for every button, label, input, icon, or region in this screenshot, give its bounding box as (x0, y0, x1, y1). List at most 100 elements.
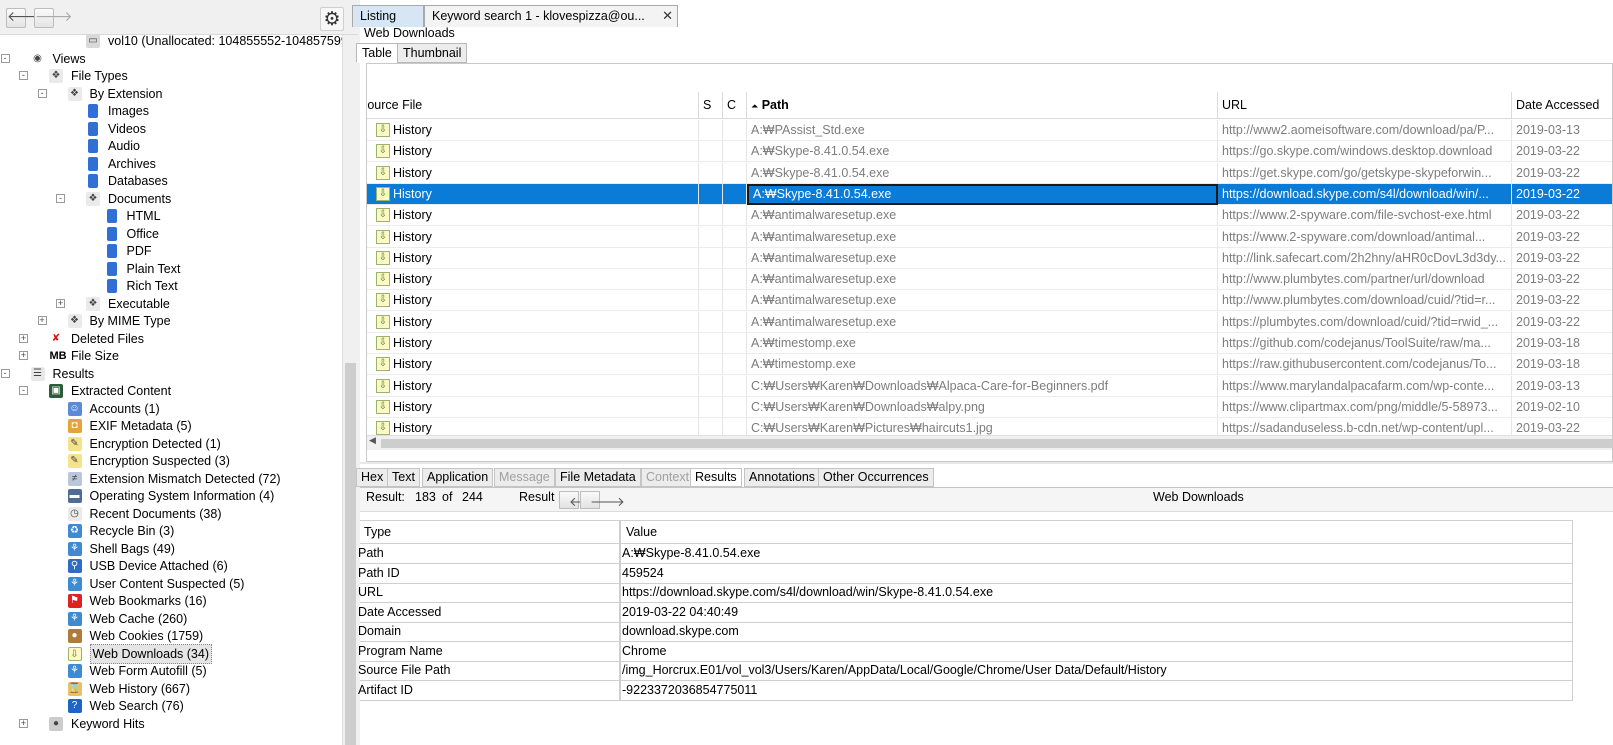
collapse-icon[interactable]: - (19, 386, 28, 395)
tree-node[interactable]: ✎ Encryption Detected (1) (0, 435, 342, 453)
tree-node[interactable]: - ☰ Results (0, 365, 342, 383)
tree-node[interactable]: ☺ Accounts (1) (0, 400, 342, 418)
table-row[interactable]: ⇩ History C:₩Users₩Karen₩Downloads₩Alpaca-… (367, 375, 1612, 397)
expand-icon[interactable]: + (19, 333, 28, 343)
details-row[interactable]: Program Name Chrome (354, 641, 1573, 662)
tree-node[interactable]: HTML (0, 207, 342, 225)
table-row[interactable]: ⇩ History A:₩timestomp.exe https://github.c… (367, 333, 1612, 354)
tree-node[interactable]: - ◉ Views (0, 50, 342, 68)
table-row[interactable]: ⇩ History A:₩Skype-8.41.0.54.exe https://ge… (367, 162, 1612, 184)
table-row[interactable]: ⇩ History A:₩timestomp.exe https://raw.gith… (367, 354, 1612, 376)
tree-node[interactable]: ▬ Operating System Information (4) (0, 487, 342, 505)
tab-thumbnail[interactable]: Thumbnail (397, 43, 468, 63)
table-row[interactable]: ⇩ History A:₩antimalwaresetup.exe https://w… (367, 226, 1612, 248)
tree-node[interactable]: + ❖ By MIME Type (0, 312, 342, 330)
tab-other-occurrences[interactable]: Other Occurrences (818, 468, 934, 487)
scroll-left-icon[interactable]: ◀ (369, 436, 376, 446)
table-row[interactable]: ⇩ History A:₩antimalwaresetup.exe http://ww… (367, 290, 1612, 312)
forward-button[interactable]: 🡒 (34, 8, 73, 28)
table-row[interactable]: ⇩ History A:₩antimalwaresetup.exe https://p… (367, 311, 1612, 333)
tree-node[interactable]: - ❖ By Extension (0, 85, 342, 103)
tab-text[interactable]: Text (387, 468, 420, 487)
collapse-icon[interactable]: - (0, 53, 10, 63)
table-row[interactable]: ⇩ History C:₩Users₩Karen₩Downloads₩alpy.pn… (367, 396, 1612, 418)
table-row[interactable]: ⇩ History A:₩antimalwaresetup.exe http://li… (367, 247, 1612, 269)
tree-node[interactable]: Plain Text (0, 260, 342, 278)
tree-node[interactable]: Archives (0, 155, 342, 173)
table-row[interactable]: ⇩ History A:₩antimalwaresetup.exe https://w… (367, 205, 1612, 227)
tab-application[interactable]: Application (422, 468, 494, 487)
tree-node[interactable]: Videos (0, 120, 342, 138)
tab-message[interactable]: Message (494, 468, 555, 487)
column-header-c[interactable]: C (723, 92, 747, 119)
table-row[interactable]: ⇩ History A:₩Skype-8.41.0.54.exe https://do… (367, 183, 1612, 205)
tree-node[interactable]: ⚘ User Content Suspected (5) (0, 575, 342, 593)
collapse-icon[interactable]: - (0, 368, 10, 378)
column-header-source-file[interactable]: Source File (367, 92, 699, 119)
tree-node[interactable]: PDF (0, 242, 342, 260)
tree-node[interactable]: ⚲ USB Device Attached (6) (0, 557, 342, 575)
tab-hex[interactable]: Hex (356, 468, 389, 487)
tree-node[interactable]: ⚘ Web Cache (260) (0, 610, 342, 628)
tab-table[interactable]: Table (356, 43, 398, 63)
tree-node[interactable]: ⚘ Shell Bags (49) (0, 540, 342, 558)
tree-node[interactable]: ? Web Search (76) (0, 697, 342, 715)
expand-icon[interactable]: + (19, 351, 28, 360)
details-row[interactable]: Path ID 459524 (354, 563, 1573, 584)
collapse-icon[interactable]: - (56, 193, 65, 203)
settings-button[interactable]: ⚙ (320, 7, 344, 31)
tree-node[interactable]: ⌛ Web History (667) (0, 680, 342, 698)
tab-context[interactable]: Context (641, 468, 695, 487)
tree-node[interactable]: - ❖ Documents (0, 190, 342, 208)
tree-node[interactable]: ≠ Extension Mismatch Detected (72) (0, 470, 342, 488)
tree-node[interactable]: - ❖ File Types (0, 67, 342, 85)
tree-node[interactable]: ♻ Recycle Bin (3) (0, 522, 342, 540)
tree-node[interactable]: ⚑ Web Bookmarks (16) (0, 592, 342, 610)
close-icon[interactable]: ✕ (662, 6, 673, 26)
details-row[interactable]: Path A:₩Skype-8.41.0.54.exe (354, 544, 1573, 564)
tab-annotations[interactable]: Annotations (744, 468, 821, 487)
tree-node[interactable]: ⚘ Web Form Autofill (5) (0, 662, 342, 680)
expand-icon[interactable]: + (56, 298, 65, 308)
tree-node[interactable]: Images (0, 102, 342, 120)
table-row[interactable]: ⇩ History A:₩Skype-8.41.0.54.exe https://go… (367, 141, 1612, 163)
table-horizontal-scrollbar[interactable]: ◀ (367, 435, 1612, 450)
tree-node[interactable]: + MB File Size (0, 347, 342, 365)
pane-splitter[interactable] (360, 462, 1613, 464)
tree-node[interactable]: ◷ Recent Documents (38) (0, 505, 342, 523)
collapse-icon[interactable]: - (37, 88, 47, 98)
tree-node[interactable]: - ▣ Extracted Content (0, 382, 342, 400)
column-header-date-accessed[interactable]: Date Accessed (1512, 92, 1612, 119)
details-row[interactable]: URL https://download.skype.com/s4l/downlo… (354, 583, 1573, 603)
details-row[interactable]: Source File Path/img_Horcrux.E01/vol_vol… (354, 661, 1573, 681)
tree-node[interactable]: ● Web Cookies (1759) (0, 627, 342, 645)
tree-node[interactable]: + ❖ Executable (0, 295, 342, 313)
collapse-icon[interactable]: - (19, 71, 28, 80)
tree-node[interactable]: + ● Keyword Hits (0, 715, 342, 733)
tree-node[interactable]: Rich Text (0, 277, 342, 295)
back-button[interactable]: 🡐 (6, 8, 45, 28)
column-header-s[interactable]: S (699, 92, 723, 119)
tree-node[interactable]: Audio (0, 137, 342, 155)
tree-node[interactable]: ▭ vol10 (Unallocated: 104855552-104857599… (0, 35, 342, 50)
details-row[interactable]: Artifact ID -9223372036854775011 (354, 680, 1573, 701)
table-row[interactable]: ⇩ History A:₩PAssist_Std.exe http://www2.ao… (367, 120, 1612, 141)
tree-node[interactable]: ⇩ Web Downloads (34) (0, 643, 342, 664)
previous-result-button[interactable]: 🡐 (559, 491, 604, 509)
expand-icon[interactable]: + (19, 718, 28, 728)
details-row[interactable]: Date Accessed 2019-03-22 04:40:49 (354, 602, 1573, 623)
tree-node[interactable]: + ✘ Deleted Files (0, 330, 342, 348)
table-row[interactable]: ⇩ History A:₩antimalwaresetup.exe http://ww… (367, 269, 1612, 291)
tree-node[interactable]: Databases (0, 172, 342, 190)
column-header-path[interactable]: ⏶ Path (747, 92, 1218, 119)
tree-node[interactable]: ◘ EXIF Metadata (5) (0, 417, 342, 435)
column-header-url[interactable]: URL (1218, 92, 1512, 119)
tree-node[interactable]: Office (0, 225, 342, 243)
details-row[interactable]: Domain download.skype.com (354, 622, 1573, 642)
tab-file-metadata[interactable]: File Metadata (555, 468, 641, 487)
expand-icon[interactable]: + (37, 316, 47, 325)
tab-keyword-search[interactable]: Keyword search 1 - klovespizza@ou... ✕ (424, 5, 678, 27)
tree-node[interactable]: ✎ Encryption Suspected (3) (0, 452, 342, 470)
table-scrollbar-thumb[interactable] (381, 439, 1612, 448)
tab-listing[interactable]: Listing (352, 5, 424, 27)
